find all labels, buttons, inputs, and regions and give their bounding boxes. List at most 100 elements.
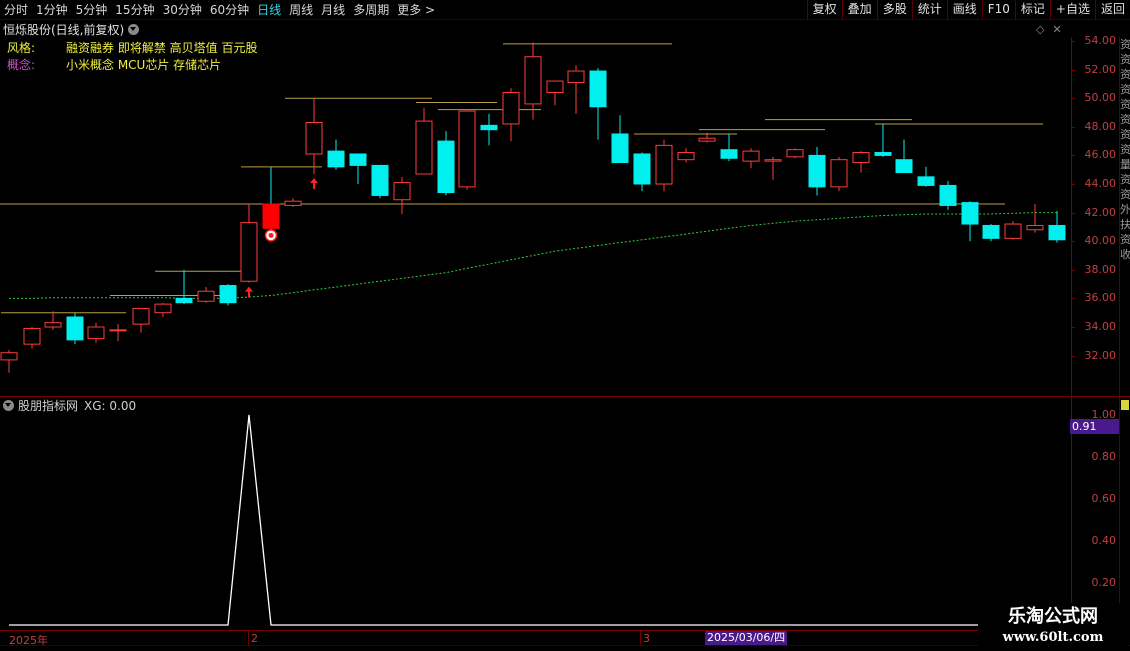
candle[interactable] <box>393 176 411 215</box>
side-strip-char: 资 <box>1120 53 1130 66</box>
candle[interactable] <box>66 312 84 345</box>
toolbar-button[interactable]: 标记 <box>1014 0 1050 19</box>
candle[interactable] <box>262 166 280 233</box>
candle[interactable] <box>830 156 848 192</box>
candle[interactable] <box>132 307 150 333</box>
chevron-down-icon[interactable] <box>3 400 14 411</box>
candle[interactable] <box>23 327 41 349</box>
toolbar-button[interactable]: 多股 <box>876 0 912 19</box>
candlestick-chart[interactable] <box>0 37 1072 396</box>
candle[interactable] <box>917 166 935 187</box>
candle[interactable] <box>982 224 1000 242</box>
toolbar-right-buttons: 复权 叠加 多股 统计 画线 F10 标记 +自选 返回 <box>806 0 1130 19</box>
candle[interactable] <box>677 148 695 163</box>
period-tab[interactable]: 日线 <box>257 2 281 18</box>
candle-body <box>895 159 913 174</box>
candle[interactable] <box>524 42 542 120</box>
candle[interactable] <box>437 131 455 196</box>
candle[interactable] <box>567 65 585 114</box>
candle-body <box>437 140 455 194</box>
side-strip-char: 外 <box>1120 203 1130 216</box>
month-separator <box>248 631 249 645</box>
stock-title-bar: 恒烁股份(日线,前复权) <box>3 21 140 38</box>
candle[interactable] <box>742 148 760 169</box>
candle[interactable] <box>874 123 892 157</box>
candle[interactable] <box>109 324 127 342</box>
period-tab[interactable]: 更多 > <box>397 2 435 18</box>
time-axis: 2025年 2 3 2025/03/06/四 <box>0 630 1071 647</box>
candle[interactable] <box>786 148 804 159</box>
toolbar-button[interactable]: 统计 <box>911 0 947 19</box>
candle[interactable] <box>655 139 673 192</box>
candle[interactable] <box>0 349 18 373</box>
period-tabs: 分时 1分钟 5分钟 15分钟 30分钟 60分钟 日线 周线 月线 多周期 更多 > <box>4 2 443 18</box>
candle-body <box>262 203 280 229</box>
side-strip-char: 量 <box>1120 158 1130 171</box>
candle[interactable] <box>1026 204 1044 233</box>
candle[interactable] <box>44 311 62 330</box>
candle[interactable] <box>852 151 870 173</box>
candle[interactable] <box>502 88 520 142</box>
candle[interactable] <box>961 201 979 242</box>
period-tab[interactable]: 15分钟 <box>115 2 154 18</box>
candle[interactable] <box>284 198 302 207</box>
candle[interactable] <box>349 153 367 184</box>
candle[interactable] <box>87 322 105 343</box>
toolbar-button[interactable]: 返回 <box>1094 0 1130 19</box>
indicator-name[interactable]: 股朋指标网 <box>18 397 78 414</box>
candle[interactable] <box>589 68 607 140</box>
candle[interactable] <box>720 133 738 162</box>
month-separator <box>640 631 641 645</box>
side-strip-char: 资 <box>1120 68 1130 81</box>
toolbar-button[interactable]: 画线 <box>946 0 982 19</box>
candle-body <box>415 120 433 175</box>
indicator-chart[interactable] <box>0 397 1072 630</box>
period-tab[interactable]: 月线 <box>321 2 345 18</box>
candle[interactable] <box>415 108 433 175</box>
period-tab[interactable]: 1分钟 <box>36 2 68 18</box>
toolbar-button[interactable]: +自选 <box>1049 0 1095 19</box>
candle-body <box>830 159 848 188</box>
period-tab[interactable]: 5分钟 <box>76 2 108 18</box>
candle-body <box>677 152 695 161</box>
candle[interactable] <box>1004 221 1022 240</box>
candle[interactable] <box>546 80 564 106</box>
candle[interactable] <box>240 204 258 283</box>
candle[interactable] <box>1048 211 1066 243</box>
candle[interactable] <box>480 113 498 146</box>
candle[interactable] <box>611 115 629 164</box>
xg-badge: 0.91 <box>1070 419 1119 434</box>
toolbar-button[interactable]: F10 <box>981 0 1015 19</box>
candle[interactable] <box>939 181 957 210</box>
candle-body <box>154 303 172 314</box>
candle-body <box>874 152 892 156</box>
candle[interactable] <box>371 164 389 199</box>
toolbar-button[interactable]: 叠加 <box>841 0 877 19</box>
candle[interactable] <box>175 269 193 305</box>
candle[interactable] <box>327 139 345 170</box>
candle[interactable] <box>197 286 215 303</box>
side-strip: 资资资资资资资资量资资外扶资收 <box>1119 37 1130 396</box>
candle[interactable] <box>219 284 237 306</box>
month-label: 2 <box>251 632 258 645</box>
candle[interactable] <box>154 302 172 317</box>
candle[interactable] <box>458 109 476 190</box>
cursor-date: 2025/03/06/四 <box>705 631 788 645</box>
period-tab[interactable]: 多周期 <box>353 2 389 18</box>
period-tab[interactable]: 30分钟 <box>163 2 202 18</box>
period-tab[interactable]: 分时 <box>4 2 28 18</box>
candle[interactable] <box>808 146 826 196</box>
candle[interactable] <box>764 156 782 180</box>
period-tab[interactable]: 周线 <box>289 2 313 18</box>
candle[interactable] <box>895 139 913 174</box>
stock-title[interactable]: 恒烁股份(日线,前复权) <box>3 21 124 38</box>
candle[interactable] <box>633 152 651 192</box>
toolbar-button[interactable]: 复权 <box>806 0 842 19</box>
period-tab[interactable]: 60分钟 <box>210 2 249 18</box>
candle[interactable] <box>305 98 323 174</box>
candle-body <box>1048 224 1066 241</box>
indicator-tick: 0.60 <box>1091 492 1117 505</box>
chevron-down-icon[interactable] <box>128 23 140 35</box>
close-icon[interactable]: ✕ <box>1052 23 1061 36</box>
diamond-icon[interactable]: ◇ <box>1036 23 1044 36</box>
